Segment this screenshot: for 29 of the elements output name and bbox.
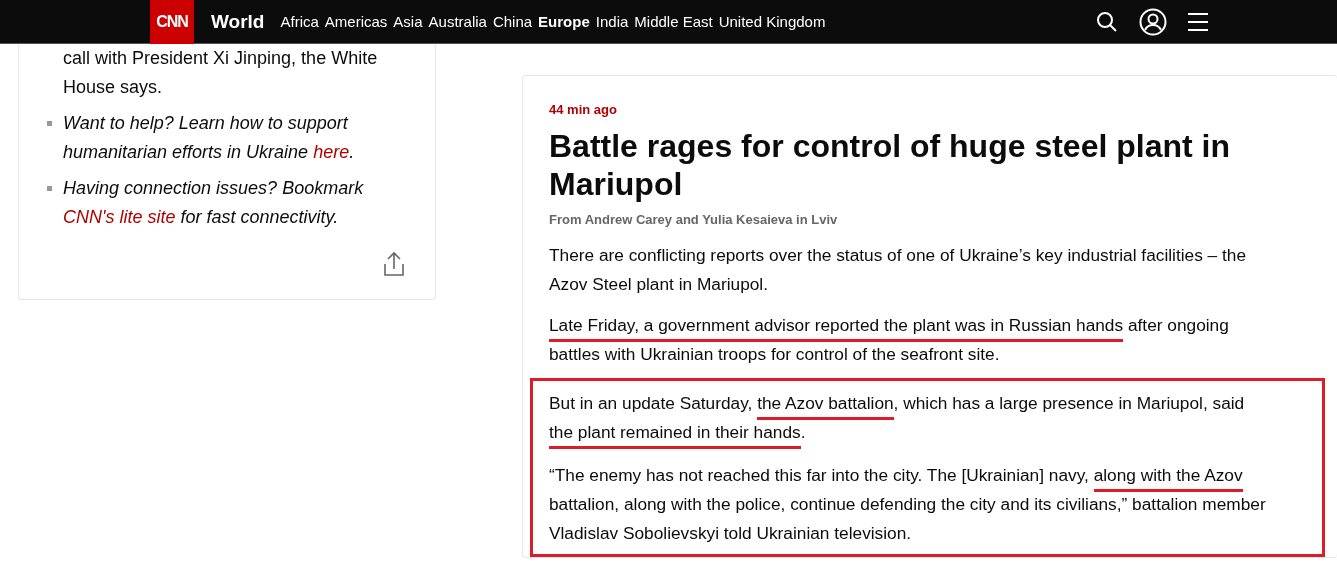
text-link[interactable]: here	[313, 142, 350, 162]
section-title[interactable]: World	[211, 10, 265, 33]
list-text: Want to help? Learn how to support humanitarian efforts in Ukraine here.	[63, 112, 356, 164]
nav-link[interactable]: Europe	[538, 13, 590, 30]
nav-link[interactable]: Asia	[393, 13, 423, 30]
nav-link[interactable]: Australia	[428, 13, 487, 30]
search-icon[interactable]	[1095, 9, 1119, 34]
paragraph: But in an update Saturday, the Azov battalion, which has a large presence in Mariupol, said the plant remained in their hands.	[549, 389, 1267, 447]
byline: From Andrew Carey and Yulia Kesaieva in Lviv	[549, 212, 839, 227]
bullet-icon	[47, 121, 52, 126]
nav-link[interactable]: Americas	[324, 13, 388, 30]
nav-link[interactable]: United Kingdom	[718, 13, 826, 30]
nav-link[interactable]: Middle East	[634, 13, 713, 30]
paragraph: “The enemy has not reached this far into the city. The [Ukrainian] navy, along with the Azov battalion, along with the police, continue defending the city and its civilians,” battalion member Vladislav Sobolievskyi told Ukrainian television.	[549, 464, 1267, 545]
paragraph: Late Friday, a government advisor reported the plant was in Russian hands after ongoing battles with Ukrainian troops for control of the seafront site.	[549, 314, 1230, 366]
logo[interactable]: CNN	[150, 0, 194, 44]
account-icon[interactable]	[1139, 7, 1167, 36]
menu-icon[interactable]	[1187, 11, 1209, 32]
bullet-icon	[47, 186, 52, 191]
nav-link[interactable]: China	[492, 13, 533, 30]
share-icon[interactable]	[383, 251, 405, 277]
list-text: Having connection issues? Bookmark CNN's lite site for fast connectivity.	[63, 177, 365, 229]
headline: Battle rages for control of huge steel plant in Mariupol	[549, 127, 1231, 203]
paragraph: There are conflicting reports over the status of one of Ukraine’s key industrial facilities – the Azov Steel plant in Mariupol.	[549, 244, 1248, 296]
list-text: call with President Xi Jinping, the White House says.	[63, 47, 379, 99]
text-link[interactable]: CNN's lite site	[63, 207, 176, 227]
timestamp: 44 min ago	[549, 102, 618, 117]
nav-link[interactable]: Africa	[280, 13, 319, 30]
nav-link[interactable]: India	[595, 13, 629, 30]
